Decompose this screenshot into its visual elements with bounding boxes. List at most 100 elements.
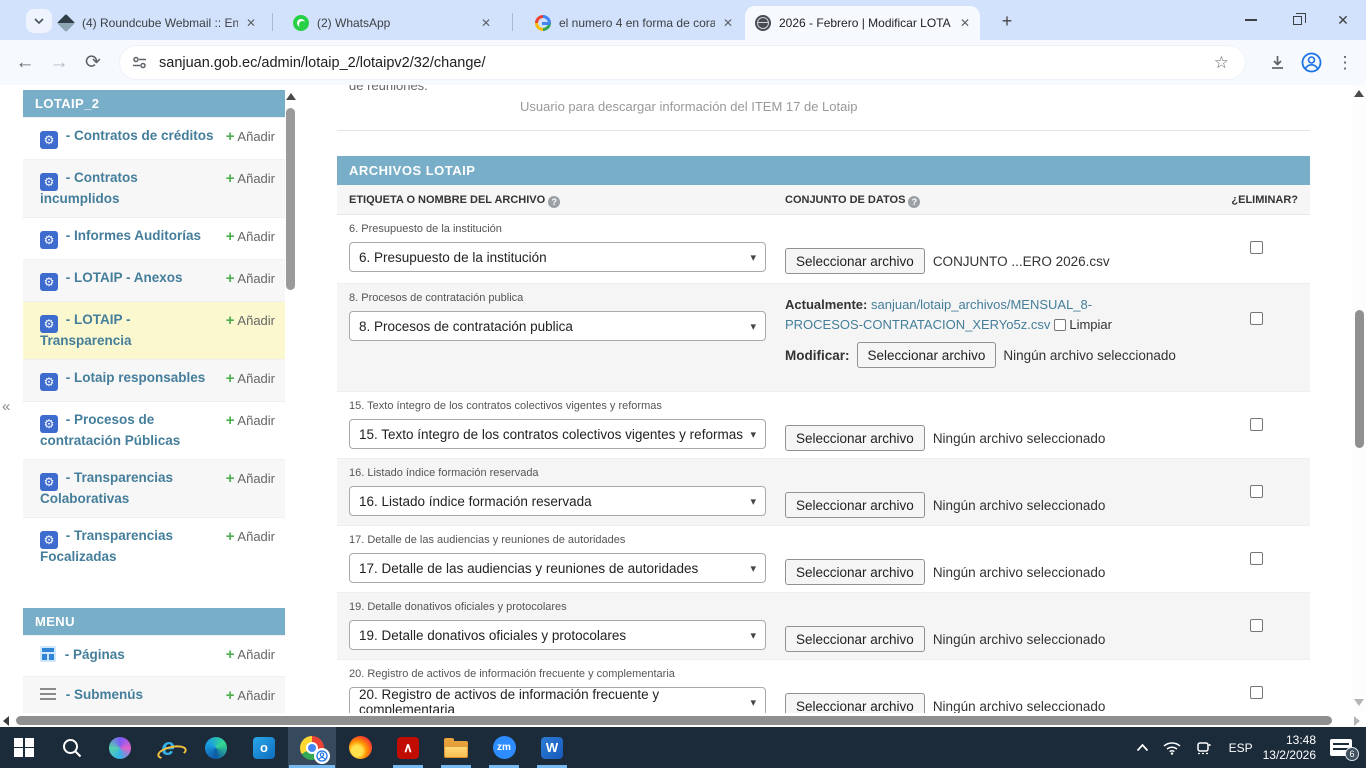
address-bar[interactable]: sanjuan.gob.ec/admin/lotaip_2/lotaipv2/3…	[120, 46, 1245, 79]
wifi-icon[interactable]	[1163, 741, 1181, 755]
reload-button[interactable]: ⟳	[76, 51, 110, 74]
select-file-button[interactable]: Seleccionar archivo	[785, 559, 925, 585]
table-row: 20. Registro de activos de información f…	[337, 660, 1310, 713]
taskbar-chrome-button[interactable]	[288, 727, 336, 768]
delete-checkbox[interactable]	[1250, 241, 1263, 254]
add-link[interactable]: + Añadir	[226, 528, 275, 545]
restore-button[interactable]	[1274, 0, 1320, 40]
profile-avatar-icon[interactable]	[1294, 52, 1328, 73]
sidebar-scrollbar[interactable]	[285, 90, 296, 690]
help-icon[interactable]: ?	[908, 196, 920, 208]
add-link[interactable]: + Añadir	[226, 646, 275, 663]
taskbar-word-button[interactable]: W	[528, 727, 576, 768]
sidebar-item-procesos-contratacion[interactable]: + Añadir ⚙ - Procesos de contratación Pú…	[23, 401, 285, 459]
horizontal-scrollbar-thumb[interactable]	[16, 716, 1332, 725]
select-file-button[interactable]: Seleccionar archivo	[857, 342, 997, 368]
add-link[interactable]: + Añadir	[226, 270, 275, 287]
help-icon[interactable]: ?	[548, 196, 560, 208]
bookmark-star-icon[interactable]: ☆	[1214, 53, 1229, 73]
etiqueta-select[interactable]: 17. Detalle de las audiencias y reunione…	[349, 553, 766, 583]
select-file-button[interactable]: Seleccionar archivo	[785, 626, 925, 652]
tab-google-search[interactable]: el numero 4 en forma de coraz ✕	[525, 6, 743, 40]
sidebar-item-contratos-incumplidos[interactable]: + Añadir ⚙ - Contratos incumplidos	[23, 159, 285, 217]
etiqueta-select[interactable]: 15. Texto íntegro de los contratos colec…	[349, 419, 766, 449]
add-link[interactable]: + Añadir	[226, 228, 275, 245]
taskbar-search-button[interactable]	[48, 727, 96, 768]
scroll-up-icon[interactable]	[286, 93, 296, 100]
sidebar-item-submenus[interactable]: + Añadir - Submenús	[23, 676, 285, 713]
delete-checkbox[interactable]	[1250, 312, 1263, 325]
delete-checkbox[interactable]	[1250, 619, 1263, 632]
back-button[interactable]: ←	[8, 52, 42, 74]
add-link[interactable]: + Añadir	[226, 312, 275, 329]
new-tab-button[interactable]: +	[995, 10, 1019, 34]
browser-menu-icon[interactable]: ⋮	[1328, 53, 1362, 73]
select-file-button[interactable]: Seleccionar archivo	[785, 492, 925, 518]
close-tab-icon[interactable]: ✕	[723, 16, 733, 30]
word-icon: W	[541, 737, 563, 759]
scroll-left-icon[interactable]	[3, 716, 9, 726]
taskbar-internet-explorer-button[interactable]: e	[144, 727, 192, 768]
add-link[interactable]: + Añadir	[226, 370, 275, 387]
taskbar-file-explorer-button[interactable]	[432, 727, 480, 768]
sidebar-item-lotaip-responsables[interactable]: + Añadir ⚙ - Lotaip responsables	[23, 359, 285, 401]
close-tab-icon[interactable]: ✕	[481, 16, 491, 30]
taskbar-firefox-button[interactable]	[336, 727, 384, 768]
add-link[interactable]: + Añadir	[226, 128, 275, 145]
vertical-scrollbar-thumb[interactable]	[1355, 310, 1364, 448]
add-link[interactable]: + Añadir	[226, 412, 275, 429]
site-settings-icon[interactable]	[132, 55, 147, 70]
taskbar-zoom-button[interactable]: zm	[480, 727, 528, 768]
select-file-button[interactable]: Seleccionar archivo	[785, 425, 925, 451]
sidebar-item-lotaip-anexos[interactable]: + Añadir ⚙ - LOTAIP - Anexos	[23, 259, 285, 301]
page-horizontal-scrollbar[interactable]	[0, 713, 1366, 727]
sidebar-item-contratos-creditos[interactable]: + Añadir ⚙ - Contratos de créditos	[23, 117, 285, 159]
taskbar-copilot-button[interactable]	[96, 727, 144, 768]
language-indicator[interactable]: ESP	[1229, 741, 1253, 755]
clock[interactable]: 13:48 13/2/2026	[1263, 733, 1316, 763]
scroll-right-icon[interactable]	[1354, 716, 1360, 726]
page-vertical-scrollbar[interactable]	[1353, 85, 1366, 713]
sidebar-item-informes-auditorias[interactable]: + Añadir ⚙ - Informes Auditorías	[23, 217, 285, 259]
delete-checkbox[interactable]	[1250, 686, 1263, 699]
start-button[interactable]	[0, 727, 48, 768]
tab-roundcube[interactable]: (4) Roundcube Webmail :: Entra ✕	[48, 6, 266, 40]
add-link[interactable]: + Añadir	[226, 470, 275, 487]
close-window-button[interactable]: ✕	[1320, 0, 1366, 40]
sidebar-collapse-toggle[interactable]: «	[2, 398, 10, 415]
hidden-icons-chevron[interactable]	[1136, 743, 1149, 752]
download-icon[interactable]	[1260, 54, 1294, 71]
tab-whatsapp[interactable]: (2) WhatsApp ✕	[283, 6, 501, 40]
taskbar-acrobat-button[interactable]: ∧	[384, 727, 432, 768]
etiqueta-select[interactable]: 8. Procesos de contratación publica▾	[349, 311, 766, 341]
taskbar-edge-button[interactable]	[192, 727, 240, 768]
close-tab-icon[interactable]: ✕	[960, 16, 970, 30]
sidebar-item-lotaip-transparencia[interactable]: + Añadir ⚙ - LOTAIP - Transparencia	[23, 301, 285, 359]
forward-button[interactable]: →	[42, 52, 76, 74]
clear-checkbox[interactable]	[1054, 319, 1066, 331]
etiqueta-select[interactable]: 19. Detalle donativos oficiales y protoc…	[349, 620, 766, 650]
sidebar-item-transparencias-colaborativas[interactable]: + Añadir ⚙ - Transparencias Colaborativa…	[23, 459, 285, 517]
close-tab-icon[interactable]: ✕	[246, 16, 256, 30]
select-file-button[interactable]: Seleccionar archivo	[785, 248, 925, 274]
sidebar-item-transparencias-focalizadas[interactable]: + Añadir ⚙ - Transparencias Focalizadas	[23, 517, 285, 575]
delete-checkbox[interactable]	[1250, 418, 1263, 431]
add-link[interactable]: + Añadir	[226, 170, 275, 187]
delete-checkbox[interactable]	[1250, 485, 1263, 498]
taskbar-outlook-button[interactable]: o	[240, 727, 288, 768]
select-file-button[interactable]: Seleccionar archivo	[785, 693, 925, 713]
add-link[interactable]: + Añadir	[226, 687, 275, 704]
sidebar-item-paginas[interactable]: + Añadir - Páginas	[23, 635, 285, 676]
etiqueta-select[interactable]: 16. Listado índice formación reservada▾	[349, 486, 766, 516]
scroll-down-icon[interactable]	[1354, 699, 1364, 706]
etiqueta-select[interactable]: 6. Presupuesto de la institución▾	[349, 242, 766, 272]
tab-active-lotaip[interactable]: 2026 - Febrero | Modificar LOTA ✕	[745, 6, 980, 40]
delete-checkbox[interactable]	[1250, 552, 1263, 565]
sidebar-scrollbar-thumb[interactable]	[286, 108, 295, 290]
minimize-button[interactable]	[1228, 0, 1274, 40]
scroll-up-icon[interactable]	[1354, 90, 1364, 97]
etiqueta-select[interactable]: 20. Registro de activos de información f…	[349, 687, 766, 713]
tray-connect-icon[interactable]	[1195, 740, 1212, 755]
url-text[interactable]: sanjuan.gob.ec/admin/lotaip_2/lotaipv2/3…	[159, 55, 1214, 71]
notification-center-icon[interactable]: 6	[1330, 739, 1352, 756]
